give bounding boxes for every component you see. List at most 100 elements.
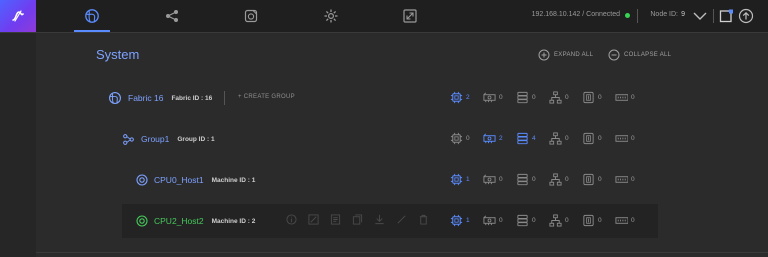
memory-icon bbox=[583, 173, 594, 186]
group-stats: 0 2 4 0 0 0 bbox=[450, 132, 648, 145]
group-stat-cpu[interactable]: 0 bbox=[450, 132, 483, 145]
tab-topology[interactable] bbox=[154, 0, 190, 32]
memory-icon bbox=[583, 132, 594, 145]
network-icon bbox=[549, 173, 562, 186]
node-id-label: Node ID: bbox=[650, 11, 678, 18]
expand-all-button[interactable]: EXPAND ALL bbox=[538, 49, 593, 61]
tree-row-fabric[interactable]: Fabric 16 Fabric ID : 16 bbox=[108, 83, 212, 113]
gpu-icon bbox=[483, 92, 496, 103]
ram-icon bbox=[615, 176, 628, 183]
host2-name[interactable]: CPU2_Host2 bbox=[154, 216, 204, 226]
stat-count: 1 bbox=[466, 176, 470, 183]
fabric-stats: 2 0 0 0 0 0 bbox=[450, 91, 648, 104]
divider bbox=[713, 9, 714, 23]
host1-stat-memory[interactable]: 0 bbox=[582, 173, 615, 186]
node-dropdown-button[interactable] bbox=[692, 8, 708, 24]
collapse-all-button[interactable]: COLLAPSE ALL bbox=[608, 49, 671, 61]
stat-count: 0 bbox=[532, 217, 536, 224]
tab-settings[interactable] bbox=[313, 0, 349, 32]
host2-stat-memory[interactable]: 0 bbox=[582, 214, 615, 227]
group-stat-memory[interactable]: 0 bbox=[582, 132, 615, 145]
download-icon bbox=[374, 214, 384, 225]
host1-stat-ram[interactable]: 0 bbox=[615, 173, 648, 186]
stat-count: 4 bbox=[532, 135, 536, 142]
plus-circle-icon bbox=[538, 49, 550, 61]
arrow-up-icon bbox=[738, 8, 754, 24]
cpu-icon bbox=[450, 214, 463, 227]
host2-stat-gpu[interactable]: 0 bbox=[483, 214, 516, 227]
host2-stat-ram[interactable]: 0 bbox=[615, 214, 648, 227]
host2-stat-storage[interactable]: 0 bbox=[516, 214, 549, 227]
link-button[interactable] bbox=[390, 214, 412, 225]
storage-icon bbox=[517, 132, 528, 145]
fabric-id: Fabric ID : 16 bbox=[171, 94, 213, 102]
host2-stat-cpu[interactable]: 1 bbox=[450, 214, 483, 227]
stat-count: 0 bbox=[631, 135, 635, 142]
fabric-stat-memory[interactable]: 0 bbox=[582, 91, 615, 104]
host1-stat-network[interactable]: 0 bbox=[549, 173, 582, 186]
window-button[interactable] bbox=[718, 8, 734, 24]
gpu-icon bbox=[483, 215, 496, 226]
create-group-button[interactable]: + CREATE GROUP bbox=[238, 94, 295, 100]
cpu-icon bbox=[450, 132, 463, 145]
logo-icon bbox=[12, 10, 24, 22]
link-icon bbox=[397, 215, 405, 224]
stat-count: 0 bbox=[499, 217, 503, 224]
group-id: Group ID : 1 bbox=[177, 135, 215, 143]
edit-icon bbox=[330, 214, 340, 225]
tree-row-host1[interactable]: CPU0_Host1 Machine ID : 1 bbox=[136, 165, 255, 195]
tree-row-host2[interactable]: CPU2_Host2 Machine ID : 2 bbox=[136, 206, 255, 236]
top-bar: 192.168.10.142 / Connected Node ID: 9 bbox=[0, 0, 768, 33]
group-stat-gpu[interactable]: 2 bbox=[483, 132, 516, 145]
host1-id: Machine ID : 1 bbox=[211, 176, 256, 184]
host1-stat-storage[interactable]: 0 bbox=[516, 173, 549, 186]
group-stat-storage[interactable]: 4 bbox=[516, 132, 549, 145]
chevron-down-icon bbox=[693, 12, 707, 20]
tree-row-group[interactable]: Group1 Group ID : 1 bbox=[122, 124, 215, 154]
divider bbox=[224, 91, 225, 105]
stat-count: 1 bbox=[466, 217, 470, 224]
tab-devices[interactable] bbox=[233, 0, 269, 32]
fabric-stat-gpu[interactable]: 0 bbox=[483, 91, 516, 104]
stat-count: 0 bbox=[598, 176, 602, 183]
group-stat-ram[interactable]: 0 bbox=[615, 132, 648, 145]
tab-fabric[interactable] bbox=[74, 0, 110, 32]
tab-layout[interactable] bbox=[392, 0, 428, 32]
gpu-icon bbox=[483, 174, 496, 185]
fabric-stat-ram[interactable]: 0 bbox=[615, 91, 648, 104]
network-icon bbox=[549, 91, 562, 104]
divider bbox=[637, 9, 638, 23]
window-icon bbox=[719, 9, 733, 23]
fabric-name[interactable]: Fabric 16 bbox=[128, 93, 163, 103]
host1-stat-cpu[interactable]: 1 bbox=[450, 173, 483, 186]
fabric-stat-network[interactable]: 0 bbox=[549, 91, 582, 104]
info-button[interactable] bbox=[280, 214, 302, 225]
edit-button[interactable] bbox=[324, 214, 346, 225]
globe-icon bbox=[85, 9, 99, 23]
delete-button[interactable] bbox=[412, 214, 434, 225]
resize-button[interactable] bbox=[302, 214, 324, 225]
stat-count: 0 bbox=[499, 176, 503, 183]
memory-icon bbox=[583, 214, 594, 227]
cpu-icon bbox=[450, 91, 463, 104]
scroll-top-button[interactable] bbox=[738, 8, 754, 24]
stat-count: 0 bbox=[598, 135, 602, 142]
logo-button[interactable] bbox=[0, 0, 36, 32]
host1-stat-gpu[interactable]: 0 bbox=[483, 173, 516, 186]
group-stat-network[interactable]: 0 bbox=[549, 132, 582, 145]
download-button[interactable] bbox=[368, 214, 390, 225]
copy-icon bbox=[352, 214, 362, 225]
gear-icon bbox=[324, 9, 338, 23]
copy-button[interactable] bbox=[346, 214, 368, 225]
trash-icon bbox=[419, 214, 427, 225]
fabric-stat-storage[interactable]: 0 bbox=[516, 91, 549, 104]
collapse-all-label: COLLAPSE ALL bbox=[624, 52, 672, 58]
group-name[interactable]: Group1 bbox=[141, 134, 169, 144]
fabric-stat-cpu[interactable]: 2 bbox=[450, 91, 483, 104]
stat-count: 0 bbox=[631, 176, 635, 183]
sidebar bbox=[0, 33, 36, 257]
stat-count: 2 bbox=[466, 94, 470, 101]
host1-name[interactable]: CPU0_Host1 bbox=[154, 175, 204, 185]
host2-stat-network[interactable]: 0 bbox=[549, 214, 582, 227]
cpu-icon bbox=[450, 173, 463, 186]
